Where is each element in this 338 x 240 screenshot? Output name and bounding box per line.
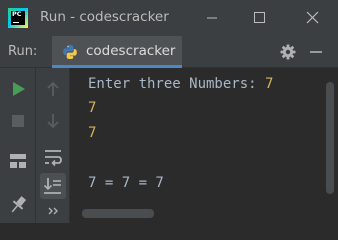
tab-codescracker[interactable]: codescracker xyxy=(52,36,182,68)
up-arrow-icon xyxy=(47,81,59,96)
run-tool-window-header: Run: codescracker xyxy=(0,36,338,68)
maximize-button[interactable] xyxy=(237,0,281,36)
more-icon xyxy=(48,207,58,215)
soft-wrap-button[interactable] xyxy=(40,144,66,170)
console-output[interactable]: Enter three Numbers: 7 7 7 7 = 7 = 7 xyxy=(71,68,323,223)
layout-button[interactable] xyxy=(5,148,31,174)
scroll-to-end-icon xyxy=(43,178,61,194)
vertical-scrollbar[interactable] xyxy=(326,82,334,194)
minimize-icon xyxy=(207,17,217,19)
prompt-text: Enter three Numbers: xyxy=(88,76,266,92)
stop-icon xyxy=(12,115,24,127)
user-input-3: 7 xyxy=(88,125,97,141)
run-toolbar-secondary xyxy=(36,68,70,223)
maximize-icon xyxy=(254,12,265,23)
console-line-prompt: Enter three Numbers: 7 xyxy=(88,76,273,92)
scroll-to-end-button[interactable] xyxy=(40,173,66,199)
hide-panel-icon xyxy=(310,51,322,53)
layout-icon xyxy=(10,154,26,168)
rerun-button[interactable] xyxy=(5,76,31,102)
minimize-button[interactable] xyxy=(190,0,234,36)
down-button[interactable] xyxy=(40,108,66,134)
pycharm-logo-icon: PC xyxy=(8,8,28,28)
stop-button[interactable] xyxy=(5,108,31,134)
run-label: Run: xyxy=(8,44,38,59)
result-output: 7 = 7 = 7 xyxy=(88,175,164,191)
close-button[interactable] xyxy=(290,0,334,36)
run-toolbar-primary xyxy=(0,68,36,223)
down-arrow-icon xyxy=(47,114,59,129)
user-input-2: 7 xyxy=(88,100,97,116)
settings-button[interactable] xyxy=(280,44,296,60)
python-icon xyxy=(63,45,77,59)
pin-button[interactable] xyxy=(5,192,31,218)
tab-label: codescracker xyxy=(86,43,176,59)
user-input-1: 7 xyxy=(265,76,274,92)
close-icon xyxy=(306,11,319,24)
window-title: Run - codescracker xyxy=(40,9,169,25)
up-button[interactable] xyxy=(40,76,66,102)
horizontal-scrollbar[interactable] xyxy=(82,209,154,218)
rerun-icon xyxy=(13,82,25,96)
title-bar: PC Run - codescracker xyxy=(0,0,338,36)
hide-panel-button[interactable] xyxy=(308,44,324,60)
gear-icon xyxy=(280,44,296,60)
soft-wrap-icon xyxy=(45,150,62,167)
more-actions-button[interactable] xyxy=(40,200,66,226)
pin-icon xyxy=(11,196,27,213)
